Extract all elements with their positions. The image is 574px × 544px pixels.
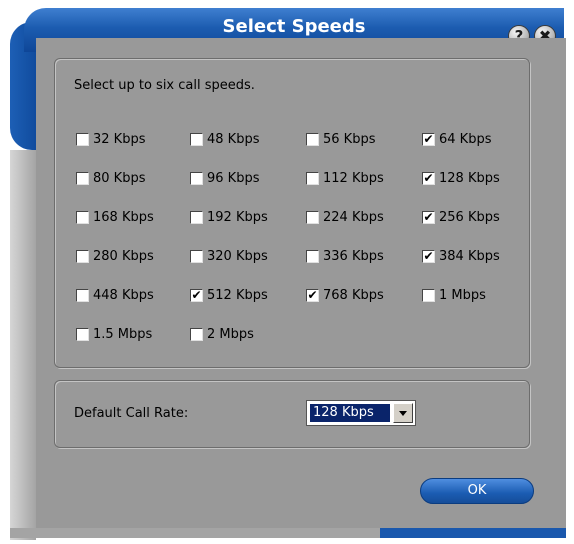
speed-checkbox-label: 512 Kbps bbox=[207, 288, 268, 303]
checkmark-icon: ✔ bbox=[191, 288, 202, 302]
speed-checkbox[interactable]: 280 Kbps bbox=[76, 249, 154, 264]
speed-checkbox[interactable]: ✔ 512 Kbps bbox=[190, 288, 268, 303]
speed-checkbox[interactable]: ✔ 64 Kbps bbox=[422, 132, 491, 147]
speed-checkbox[interactable]: 1 Mbps bbox=[422, 288, 486, 303]
speed-checkbox[interactable]: 1.5 Mbps bbox=[76, 327, 152, 342]
checkbox-box[interactable]: ✔ bbox=[306, 289, 319, 302]
speed-checkbox-label: 112 Kbps bbox=[323, 171, 384, 186]
checkbox-box[interactable] bbox=[76, 172, 89, 185]
speed-checkbox-label: 2 Mbps bbox=[207, 327, 254, 342]
checkbox-box[interactable] bbox=[76, 211, 89, 224]
speed-checkbox-label: 280 Kbps bbox=[93, 249, 154, 264]
checkmark-icon: ✔ bbox=[423, 171, 434, 185]
speed-checkbox-label: 1 Mbps bbox=[439, 288, 486, 303]
speed-checkbox-label: 192 Kbps bbox=[207, 210, 268, 225]
checkbox-box[interactable] bbox=[76, 250, 89, 263]
checkbox-box[interactable] bbox=[190, 211, 203, 224]
speed-checkbox[interactable]: ✔ 128 Kbps bbox=[422, 171, 500, 186]
default-call-rate-value[interactable]: 128 Kbps bbox=[310, 404, 390, 422]
speed-checkbox[interactable]: ✔ 768 Kbps bbox=[306, 288, 384, 303]
speed-checkbox[interactable]: 56 Kbps bbox=[306, 132, 375, 147]
speed-checkbox[interactable]: 2 Mbps bbox=[190, 327, 254, 342]
speed-checkbox[interactable]: 320 Kbps bbox=[190, 249, 268, 264]
speed-checkbox[interactable]: 448 Kbps bbox=[76, 288, 154, 303]
checkbox-box[interactable] bbox=[190, 172, 203, 185]
speed-checkbox[interactable]: ✔ 384 Kbps bbox=[422, 249, 500, 264]
checkbox-box[interactable] bbox=[306, 133, 319, 146]
ok-button[interactable]: OK bbox=[420, 478, 534, 504]
speed-checkbox-label: 768 Kbps bbox=[323, 288, 384, 303]
checkbox-box[interactable] bbox=[76, 289, 89, 302]
speed-checkbox-label: 336 Kbps bbox=[323, 249, 384, 264]
speed-checkbox-label: 168 Kbps bbox=[93, 210, 154, 225]
checkbox-box[interactable] bbox=[190, 250, 203, 263]
checkbox-box[interactable] bbox=[76, 328, 89, 341]
speed-checkbox-label: 80 Kbps bbox=[93, 171, 146, 186]
speed-checkbox-label: 48 Kbps bbox=[207, 132, 260, 147]
checkbox-box[interactable] bbox=[190, 328, 203, 341]
checkmark-icon: ✔ bbox=[307, 288, 318, 302]
speed-checkbox-label: 32 Kbps bbox=[93, 132, 146, 147]
window-title: Select Speeds bbox=[222, 16, 366, 37]
checkbox-box[interactable] bbox=[306, 250, 319, 263]
speed-checkbox[interactable]: 192 Kbps bbox=[190, 210, 268, 225]
speed-checkbox-label: 56 Kbps bbox=[323, 132, 376, 147]
speed-checkbox-label: 384 Kbps bbox=[439, 249, 500, 264]
speed-checkbox[interactable]: 80 Kbps bbox=[76, 171, 145, 186]
speed-checkbox-label: 64 Kbps bbox=[439, 132, 492, 147]
checkbox-box[interactable] bbox=[190, 133, 203, 146]
speed-checkbox-label: 224 Kbps bbox=[323, 210, 384, 225]
window-shadow-left bbox=[10, 150, 36, 540]
chevron-down-icon[interactable] bbox=[393, 403, 413, 423]
speed-checkbox-label: 1.5 Mbps bbox=[93, 327, 153, 342]
instruction-text: Select up to six call speeds. bbox=[74, 78, 255, 93]
speed-checkbox-label: 320 Kbps bbox=[207, 249, 268, 264]
speed-checkbox[interactable]: 336 Kbps bbox=[306, 249, 384, 264]
checkbox-box[interactable]: ✔ bbox=[422, 133, 435, 146]
checkmark-icon: ✔ bbox=[423, 210, 434, 224]
speed-checkbox[interactable]: 224 Kbps bbox=[306, 210, 384, 225]
speed-checkbox[interactable]: 112 Kbps bbox=[306, 171, 384, 186]
checkbox-box[interactable] bbox=[422, 289, 435, 302]
checkmark-icon: ✔ bbox=[423, 132, 434, 146]
window-frame-bottom bbox=[380, 528, 566, 538]
checkbox-box[interactable]: ✔ bbox=[422, 211, 435, 224]
speed-checkbox[interactable]: 96 Kbps bbox=[190, 171, 259, 186]
default-call-rate-label: Default Call Rate: bbox=[74, 406, 189, 421]
speed-checkbox-label: 128 Kbps bbox=[439, 171, 500, 186]
checkbox-box[interactable]: ✔ bbox=[422, 172, 435, 185]
checkbox-box[interactable] bbox=[306, 211, 319, 224]
checkbox-box[interactable]: ✔ bbox=[190, 289, 203, 302]
speed-checkbox-label: 96 Kbps bbox=[207, 171, 260, 186]
speed-checkbox[interactable]: 168 Kbps bbox=[76, 210, 154, 225]
default-call-rate-select[interactable]: 128 Kbps bbox=[306, 400, 416, 426]
speed-checkbox[interactable]: 32 Kbps bbox=[76, 132, 145, 147]
speed-checkbox-label: 448 Kbps bbox=[93, 288, 154, 303]
speed-checkbox[interactable]: ✔ 256 Kbps bbox=[422, 210, 500, 225]
select-speeds-dialog: Select Speeds ? ✖ Select up to six call … bbox=[0, 0, 574, 544]
checkmark-icon: ✔ bbox=[423, 249, 434, 263]
checkbox-box[interactable] bbox=[306, 172, 319, 185]
window-shadow-bottom bbox=[10, 528, 380, 538]
checkbox-box[interactable]: ✔ bbox=[422, 250, 435, 263]
speed-checkbox-label: 256 Kbps bbox=[439, 210, 500, 225]
checkbox-box[interactable] bbox=[76, 133, 89, 146]
speed-checkbox[interactable]: 48 Kbps bbox=[190, 132, 259, 147]
